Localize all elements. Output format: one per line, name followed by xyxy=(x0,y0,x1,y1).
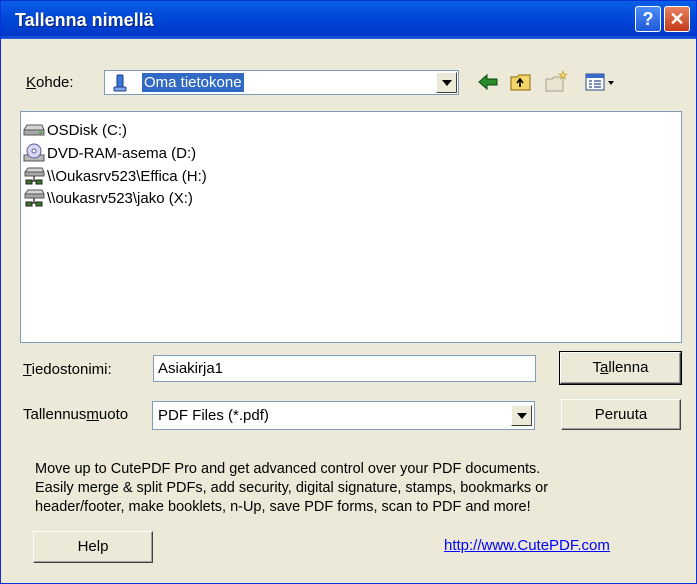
save-as-dialog: Tallenna nimellä ? ✕ Kohde: Oma tietokon… xyxy=(0,0,697,584)
title-bar[interactable]: Tallenna nimellä ? ✕ xyxy=(1,1,696,39)
cancel-button[interactable]: Peruuta xyxy=(561,399,681,430)
help-title-button[interactable]: ? xyxy=(635,6,661,32)
list-item-dvd[interactable]: DVD-RAM-asema (D:) xyxy=(23,143,196,163)
save-button[interactable]: Tallenna xyxy=(559,351,682,385)
file-label: DVD-RAM-asema (D:) xyxy=(47,144,197,162)
views-menu-icon[interactable] xyxy=(583,69,619,95)
filename-label: Tiedostonimi: xyxy=(23,361,112,378)
network-drive-icon xyxy=(24,189,45,207)
close-button[interactable]: ✕ xyxy=(664,6,690,32)
filetype-dropdown-button[interactable] xyxy=(511,405,532,426)
file-label: OSDisk (C:) xyxy=(47,121,127,139)
lookin-dropdown-button[interactable] xyxy=(436,72,457,93)
help-button[interactable]: Help xyxy=(33,531,153,563)
up-folder-icon[interactable] xyxy=(508,69,534,95)
filename-input[interactable]: Asiakirja1 xyxy=(153,355,536,382)
filetype-combobox[interactable]: PDF Files (*.pdf) xyxy=(152,401,535,430)
chevron-down-icon xyxy=(517,413,527,419)
my-computer-icon xyxy=(113,74,127,92)
promo-text: Move up to CutePDF Pro and get advanced … xyxy=(35,460,675,517)
new-folder-icon[interactable] xyxy=(543,69,569,95)
filetype-selected-value: PDF Files (*.pdf) xyxy=(158,407,269,424)
promo-line: Easily merge & split PDFs, add security,… xyxy=(35,480,549,496)
filetype-label: Tallennusmuoto xyxy=(23,406,129,423)
promo-line: Move up to CutePDF Pro and get advanced … xyxy=(35,461,541,477)
lookin-selected-value: Oma tietokone xyxy=(141,72,245,93)
cutepdf-link[interactable]: http://www.CutePDF.com xyxy=(444,537,610,554)
window-title: Tallenna nimellä xyxy=(15,10,154,30)
back-arrow-icon[interactable] xyxy=(475,69,501,95)
promo-line: header/footer, make booklets, n-Up, save… xyxy=(35,499,531,515)
list-item-osdisk[interactable]: OSDisk (C:) xyxy=(23,120,127,140)
list-item-effica[interactable]: \\Oukasrv523\Effica (H:) xyxy=(23,166,207,186)
chevron-down-icon xyxy=(442,80,452,86)
file-label: \\Oukasrv523\Effica (H:) xyxy=(47,167,207,185)
dvd-drive-icon xyxy=(23,143,45,162)
file-list[interactable]: OSDisk (C:) DVD-RAM-asema (D:) \\Oukasrv… xyxy=(20,111,682,343)
hard-disk-icon xyxy=(23,124,45,136)
lookin-combobox[interactable]: Oma tietokone xyxy=(104,70,459,95)
list-item-jako[interactable]: \\oukasrv523\jako (X:) xyxy=(23,188,193,208)
network-drive-icon xyxy=(24,167,45,185)
lookin-label: Kohde: xyxy=(26,74,74,91)
file-label: \\oukasrv523\jako (X:) xyxy=(47,189,193,207)
